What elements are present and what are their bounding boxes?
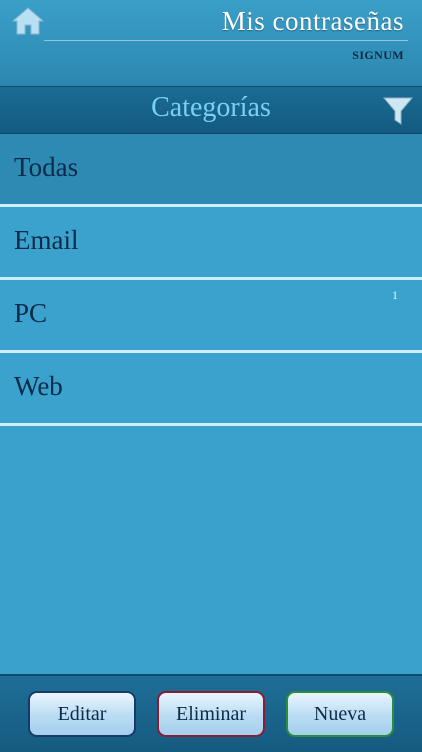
category-list: Todas Email PC 1 Web	[0, 134, 422, 426]
edit-button[interactable]: Editar	[28, 691, 136, 737]
new-button[interactable]: Nueva	[286, 691, 394, 737]
category-row-pc[interactable]: PC 1	[0, 280, 422, 353]
category-row-email[interactable]: Email	[0, 207, 422, 280]
category-row-todas[interactable]: Todas	[0, 134, 422, 207]
category-label: Web	[14, 371, 63, 401]
section-title: Categorías	[151, 92, 271, 123]
app-header: Mis contraseñas SIGNUM	[0, 0, 422, 86]
filter-icon[interactable]	[382, 95, 414, 127]
brand-label: SIGNUM	[352, 48, 404, 62]
category-label: Todas	[14, 152, 79, 182]
delete-button[interactable]: Eliminar	[157, 691, 265, 737]
title-divider	[44, 40, 408, 41]
category-row-web[interactable]: Web	[0, 353, 422, 426]
home-icon[interactable]	[12, 6, 44, 36]
app-title: Mis contraseñas	[221, 6, 404, 36]
category-label: Email	[14, 225, 79, 255]
category-label: PC	[14, 298, 48, 328]
category-count: 1	[392, 288, 398, 302]
section-bar: Categorías	[0, 86, 422, 135]
bottom-toolbar: Editar Eliminar Nueva	[0, 674, 422, 752]
